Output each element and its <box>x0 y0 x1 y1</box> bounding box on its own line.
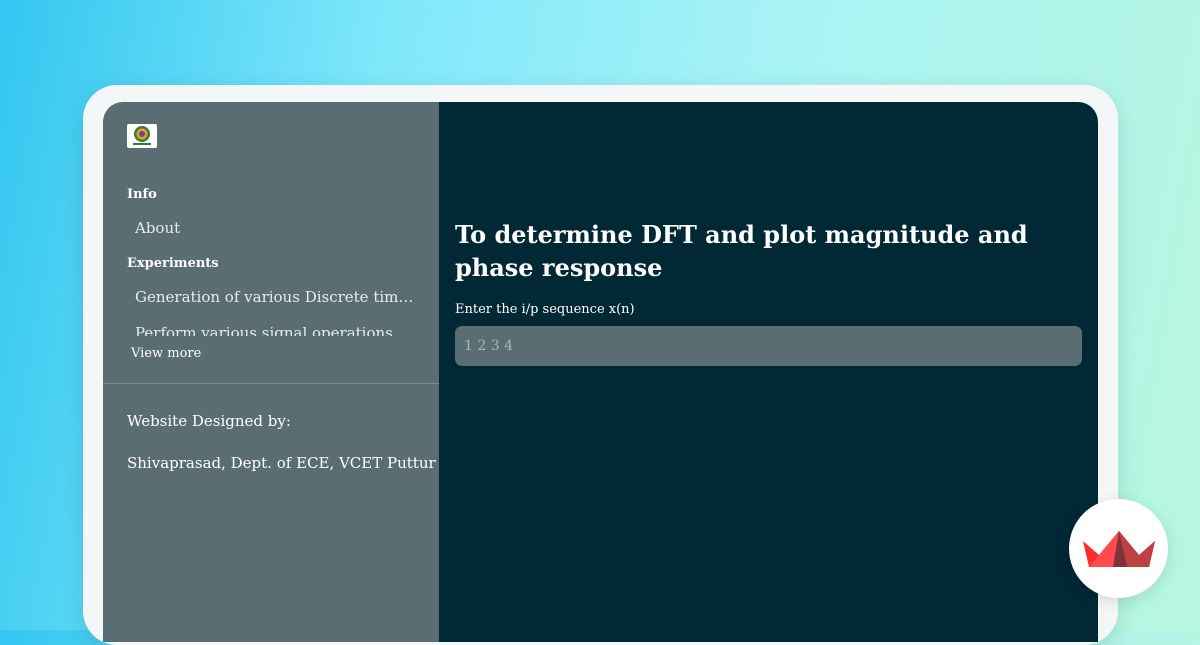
nav-heading-info: Info <box>127 187 157 202</box>
nav-heading-experiments: Experiments <box>127 256 219 271</box>
sidebar: Info About Experiments Generation of var… <box>103 102 439 642</box>
app-window: Info About Experiments Generation of var… <box>103 102 1098 642</box>
sequence-input-label: Enter the i/p sequence x(n) <box>455 302 635 317</box>
streamlit-crown-icon <box>1083 531 1155 567</box>
sidebar-divider <box>103 383 439 384</box>
nav-item-discrete-signals[interactable]: Generation of various Discrete time sign… <box>135 288 415 306</box>
nav-clip: Perform various signal operations <box>103 320 439 336</box>
page-title: To determine DFT and plot magnitude and … <box>455 220 1028 282</box>
nav-item-signal-operations[interactable]: Perform various signal operations <box>135 324 415 336</box>
college-logo-icon <box>127 124 157 148</box>
view-more-link[interactable]: View more <box>131 346 201 361</box>
credit-author: Shivaprasad, Dept. of ECE, VCET Puttur <box>127 454 436 472</box>
main-content: To determine DFT and plot magnitude and … <box>439 102 1098 642</box>
nav-item-about[interactable]: About <box>135 219 415 237</box>
sequence-input[interactable] <box>455 326 1082 366</box>
streamlit-badge[interactable] <box>1069 499 1168 598</box>
credit-heading: Website Designed by: <box>127 412 291 430</box>
